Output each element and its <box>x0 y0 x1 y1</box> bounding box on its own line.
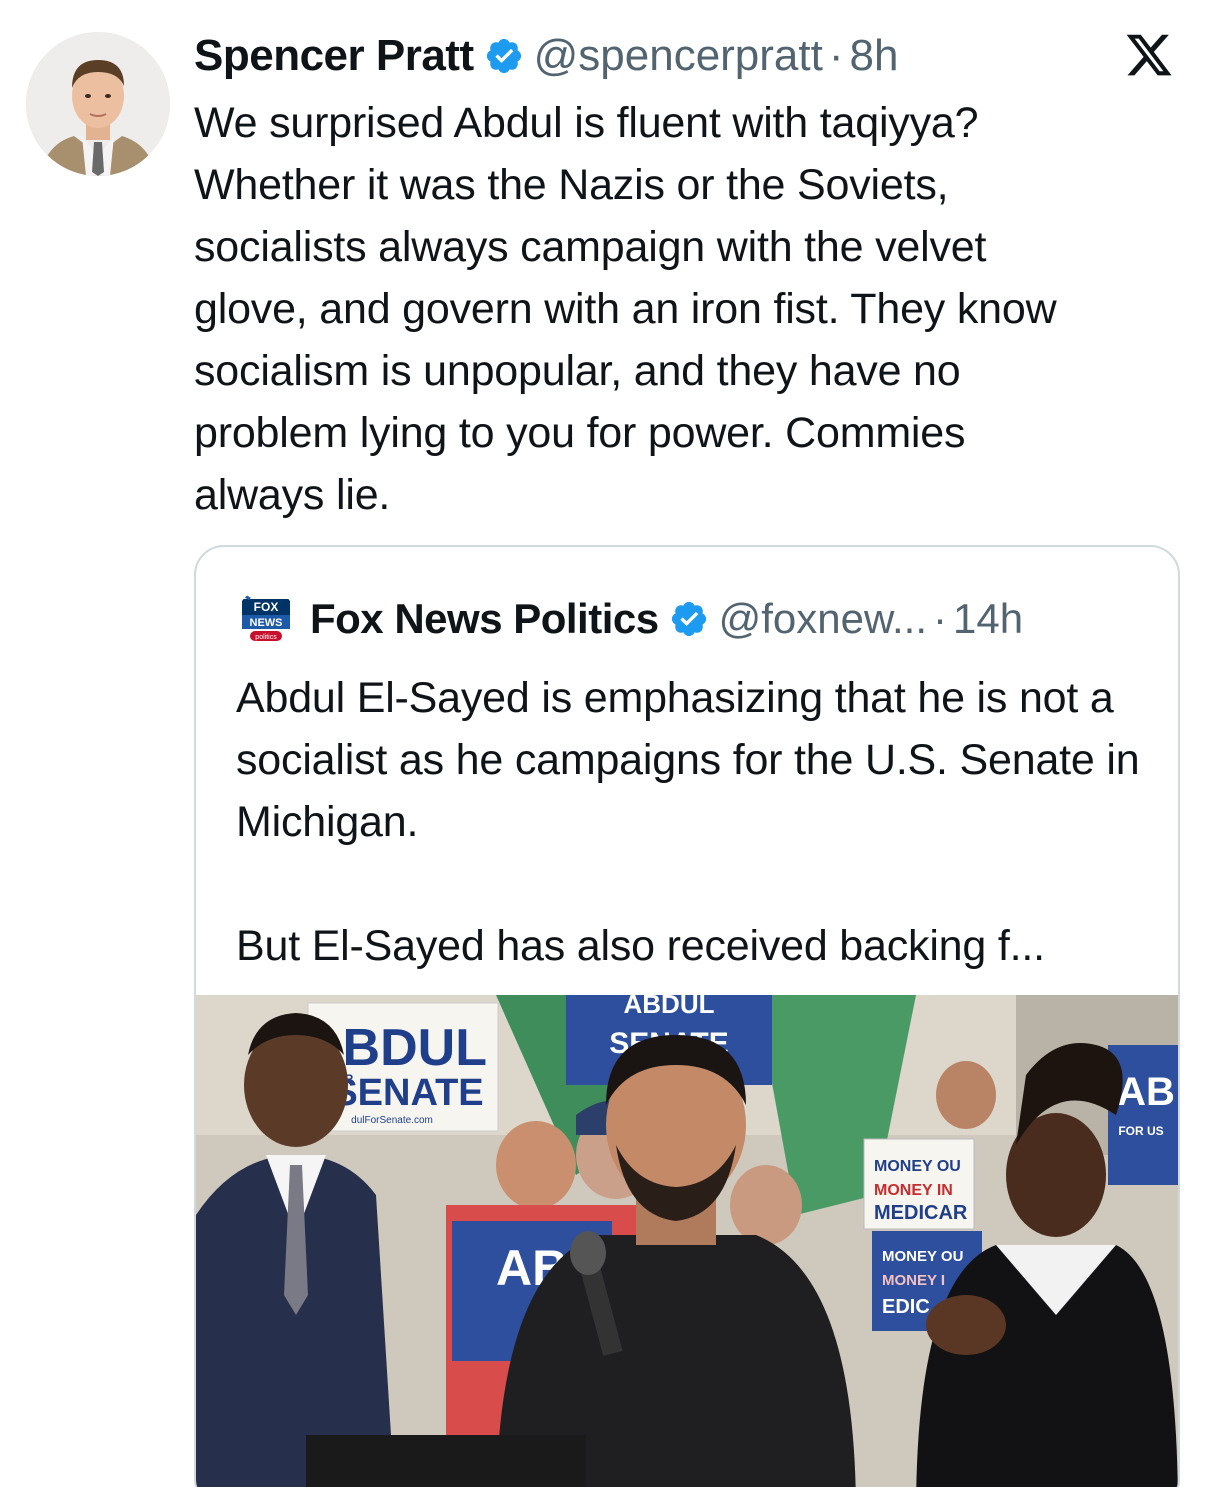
author-avatar[interactable] <box>26 32 170 176</box>
news-logo-text: NEWS <box>250 617 283 629</box>
x-logo-icon <box>1124 30 1174 80</box>
quoted-timestamp[interactable]: 14h <box>953 595 1023 643</box>
quoted-verified-badge-icon <box>669 599 709 639</box>
tweet[interactable]: Spencer Pratt @spencerpratt · 8h We surp… <box>0 0 1206 1487</box>
author-handle[interactable]: @spencerpratt <box>534 31 823 81</box>
sign-right-2-c: EDIC <box>882 1296 930 1318</box>
quoted-tweet-text: Abdul El-Sayed is emphasizing that he is… <box>236 667 1156 977</box>
sign-right-2-a: MONEY OU <box>882 1248 963 1265</box>
tweet-text: We surprised Abdul is fluent with taqiyy… <box>194 99 1057 519</box>
sign-far-right-sub: FOR US <box>1118 1124 1163 1138</box>
politics-logo-text: politics <box>255 634 277 641</box>
sign-left-line2: SENATE <box>332 1072 483 1114</box>
quoted-author-display-name[interactable]: Fox News Politics <box>310 595 659 643</box>
quoted-tweet[interactable]: FOX NEWS politics Fox News Politics @fox… <box>194 545 1180 1487</box>
fox-news-logo-icon[interactable]: FOX NEWS politics <box>236 589 296 649</box>
quoted-tweet-header: FOX NEWS politics Fox News Politics @fox… <box>236 589 1023 649</box>
quoted-paragraph-2: But El-Sayed has also received backing f… <box>236 922 1045 970</box>
separator-dot: · <box>828 31 844 80</box>
author-avatar-image <box>26 32 170 176</box>
sign-right-1-c: MEDICAR <box>874 1202 968 1224</box>
quoted-separator-dot: · <box>933 595 948 642</box>
sign-far-right-text: AB <box>1117 1070 1175 1114</box>
quoted-media-image[interactable]: ABDUL FOR US SENATE dulForSenate.com ABD… <box>196 995 1178 1487</box>
sign-top-line1: ABDUL <box>624 995 715 1019</box>
sign-right-1-a: MONEY OU <box>874 1158 961 1175</box>
author-display-name[interactable]: Spencer Pratt <box>194 31 474 81</box>
quoted-paragraph-1: Abdul El-Sayed is emphasizing that he is… <box>236 674 1140 846</box>
tweet-header: Spencer Pratt @spencerpratt · 8h <box>194 26 898 86</box>
tweet-timestamp[interactable]: 8h <box>850 31 899 81</box>
fox-logo-text: FOX <box>254 600 279 614</box>
rally-photo: ABDUL FOR US SENATE dulForSenate.com ABD… <box>196 995 1178 1487</box>
verified-badge-icon <box>484 36 524 76</box>
sign-medicare-1: MONEY OU MONEY IN MEDICAR <box>863 1138 975 1230</box>
sign-right-1-b: MONEY IN <box>874 1182 953 1199</box>
sign-left-url: dulForSenate.com <box>351 1115 433 1126</box>
quoted-author-handle[interactable]: @foxnew... <box>719 595 927 643</box>
sign-right-2-b: MONEY I <box>882 1272 945 1289</box>
